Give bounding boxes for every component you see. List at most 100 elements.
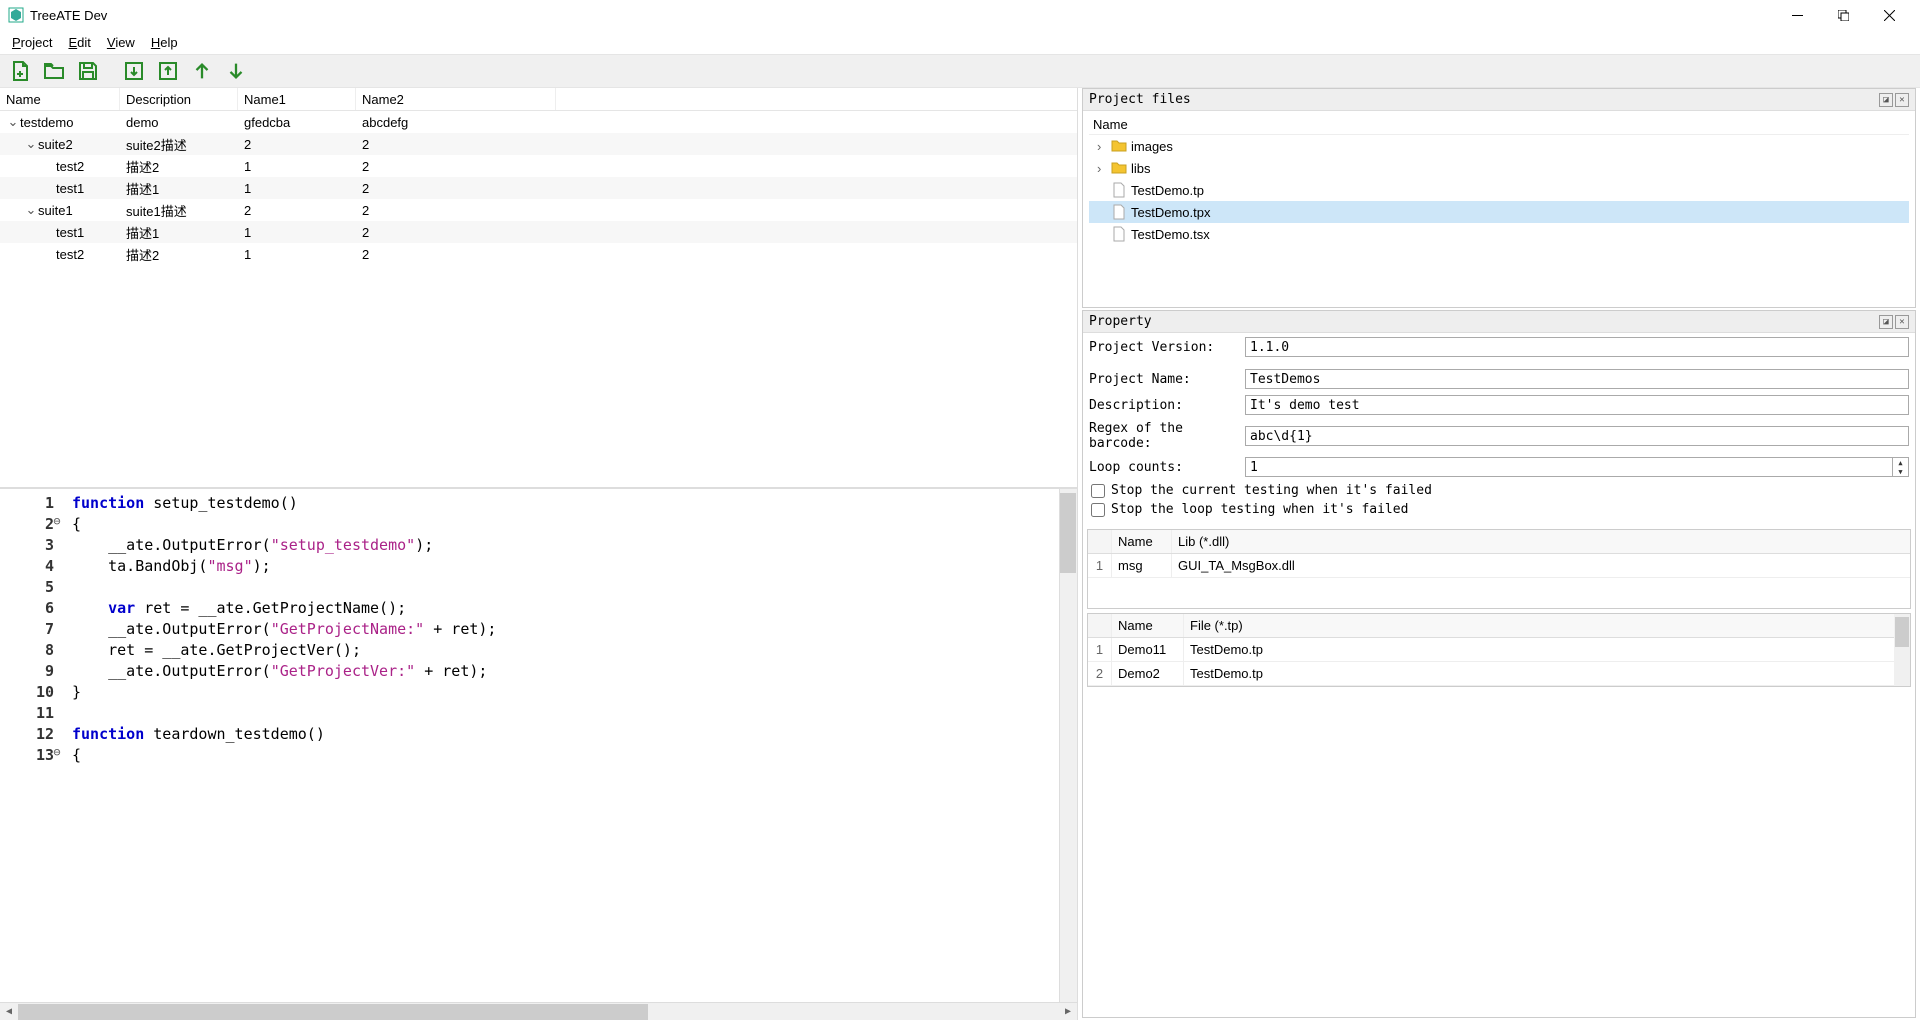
tree-row[interactable]: test1描述112 — [0, 177, 1077, 199]
tree-row[interactable]: ⌄suite2suite2描述22 — [0, 133, 1077, 155]
new-file-button[interactable] — [6, 57, 34, 85]
table-row[interactable]: 2Demo2TestDemo.tp — [1088, 662, 1910, 686]
col-name1[interactable]: Name1 — [238, 88, 356, 110]
file-tree-item[interactable]: TestDemo.tp — [1089, 179, 1909, 201]
version-label: Project Version: — [1089, 340, 1245, 355]
maximize-button[interactable] — [1820, 0, 1866, 30]
code-line: { — [62, 514, 1077, 535]
hscroll-left-icon[interactable]: ◀ — [0, 1003, 18, 1020]
menu-edit[interactable]: Edit — [62, 33, 96, 52]
file-name: TestDemo.tp — [1131, 183, 1204, 198]
table-row[interactable]: 1Demo11TestDemo.tp — [1088, 638, 1910, 662]
cell: 2 — [356, 177, 556, 199]
move-down-button[interactable] — [222, 57, 250, 85]
cell: 2 — [356, 221, 556, 243]
code-line: __ate.OutputError("setup_testdemo"); — [62, 535, 1077, 556]
cell: 1 — [238, 155, 356, 177]
editor-vscroll[interactable] — [1059, 489, 1077, 1002]
panel-close-icon[interactable]: ✕ — [1895, 315, 1909, 329]
test-tree-grid[interactable]: Name Description Name1 Name2 ⌄testdemode… — [0, 88, 1077, 488]
line-number: 8 — [0, 640, 62, 661]
description-label: Description: — [1089, 398, 1245, 413]
tp-vscroll[interactable] — [1894, 614, 1910, 686]
tree-row[interactable]: test2描述212 — [0, 243, 1077, 265]
lib-col-name[interactable]: Name — [1112, 530, 1172, 553]
stop-loop-checkbox[interactable] — [1091, 503, 1105, 517]
line-number: 5 — [0, 577, 62, 598]
col-name[interactable]: Name — [0, 88, 120, 110]
project-files-panel: Project files ◪ ✕ Name ›images›libsTestD… — [1082, 88, 1916, 308]
open-button[interactable] — [40, 57, 68, 85]
file-tree-item[interactable]: ›images — [1089, 135, 1909, 157]
project-files-title: Project files — [1089, 92, 1877, 107]
fold-icon[interactable]: ⊖ — [50, 745, 64, 759]
panel-float-icon[interactable]: ◪ — [1879, 93, 1893, 107]
cell: 1 — [238, 221, 356, 243]
filetree-header[interactable]: Name — [1089, 115, 1909, 135]
col-description[interactable]: Description — [120, 88, 238, 110]
menu-project[interactable]: Project — [6, 33, 58, 52]
tp-col-name[interactable]: Name — [1112, 614, 1184, 637]
stop-loop-label: Stop the loop testing when it's failed — [1111, 502, 1408, 517]
file-name: TestDemo.tsx — [1131, 227, 1210, 242]
expander-icon[interactable]: ⌄ — [24, 136, 38, 152]
line-number: 7 — [0, 619, 62, 640]
line-number: 11 — [0, 703, 62, 724]
code-editor[interactable]: 1⊖23456789101112⊖13 function setup_testd… — [0, 488, 1077, 1020]
import-button[interactable] — [120, 57, 148, 85]
code-line: function setup_testdemo() — [62, 493, 1077, 514]
tp-table[interactable]: Name File (*.tp) 1Demo11TestDemo.tp2Demo… — [1087, 613, 1911, 687]
file-name: libs — [1131, 161, 1151, 176]
table-row[interactable]: 1msgGUI_TA_MsgBox.dll — [1088, 554, 1910, 578]
file-tree-item[interactable]: TestDemo.tpx — [1089, 201, 1909, 223]
col-name2[interactable]: Name2 — [356, 88, 556, 110]
cell: 2 — [356, 133, 556, 155]
menu-help[interactable]: Help — [145, 33, 184, 52]
code-area[interactable]: function setup_testdemo(){ __ate.OutputE… — [62, 489, 1077, 1020]
file-tree-item[interactable]: › libs — [1089, 157, 1909, 179]
expander-icon[interactable]: › — [1097, 161, 1111, 176]
file-tree-item[interactable]: TestDemo.tsx — [1089, 223, 1909, 245]
tree-row[interactable]: test1描述112 — [0, 221, 1077, 243]
save-button[interactable] — [74, 57, 102, 85]
export-button[interactable] — [154, 57, 182, 85]
regex-label: Regex of the barcode: — [1089, 421, 1245, 451]
description-field[interactable] — [1245, 395, 1909, 415]
expander-icon[interactable]: ⌄ — [6, 114, 20, 130]
tree-grid-header: Name Description Name1 Name2 — [0, 88, 1077, 111]
loop-spinner[interactable]: ▲▼ — [1893, 457, 1909, 477]
expander-icon[interactable]: ⌄ — [24, 202, 38, 218]
loop-field[interactable] — [1245, 457, 1893, 477]
row-name: test2 — [56, 247, 84, 262]
file-icon — [1111, 226, 1127, 242]
lib-col-file[interactable]: Lib (*.dll) — [1172, 530, 1910, 553]
regex-field[interactable] — [1245, 426, 1909, 446]
tree-row[interactable]: test2描述212 — [0, 155, 1077, 177]
move-up-button[interactable] — [188, 57, 216, 85]
titlebar: TreeATE Dev — [0, 0, 1920, 30]
project-name-field[interactable] — [1245, 369, 1909, 389]
close-button[interactable] — [1866, 0, 1912, 30]
panel-close-icon[interactable]: ✕ — [1895, 93, 1909, 107]
code-line: ret = __ate.GetProjectVer(); — [62, 640, 1077, 661]
tree-row[interactable]: ⌄testdemodemogfedcbaabcdefg — [0, 111, 1077, 133]
tp-col-file[interactable]: File (*.tp) — [1184, 614, 1910, 637]
cell: 2 — [238, 199, 356, 221]
menu-view[interactable]: View — [101, 33, 141, 52]
minimize-button[interactable] — [1774, 0, 1820, 30]
lib-table[interactable]: Name Lib (*.dll) 1msgGUI_TA_MsgBox.dll — [1087, 529, 1911, 609]
loop-label: Loop counts: — [1089, 460, 1245, 475]
window-title: TreeATE Dev — [30, 8, 1774, 23]
expander-icon[interactable]: › — [1097, 139, 1111, 154]
cell: 描述1 — [120, 177, 238, 199]
panel-float-icon[interactable]: ◪ — [1879, 315, 1893, 329]
hscroll-right-icon[interactable]: ▶ — [1059, 1003, 1077, 1020]
stop-current-checkbox[interactable] — [1091, 484, 1105, 498]
editor-hscroll[interactable]: ◀ ▶ — [0, 1002, 1077, 1020]
cell: 1 — [238, 243, 356, 265]
tree-row[interactable]: ⌄suite1suite1描述22 — [0, 199, 1077, 221]
line-number: 4 — [0, 556, 62, 577]
fold-icon[interactable]: ⊖ — [50, 514, 64, 528]
property-panel: Property ◪ ✕ Project Version: Project Na… — [1082, 310, 1916, 1018]
version-field[interactable] — [1245, 337, 1909, 357]
